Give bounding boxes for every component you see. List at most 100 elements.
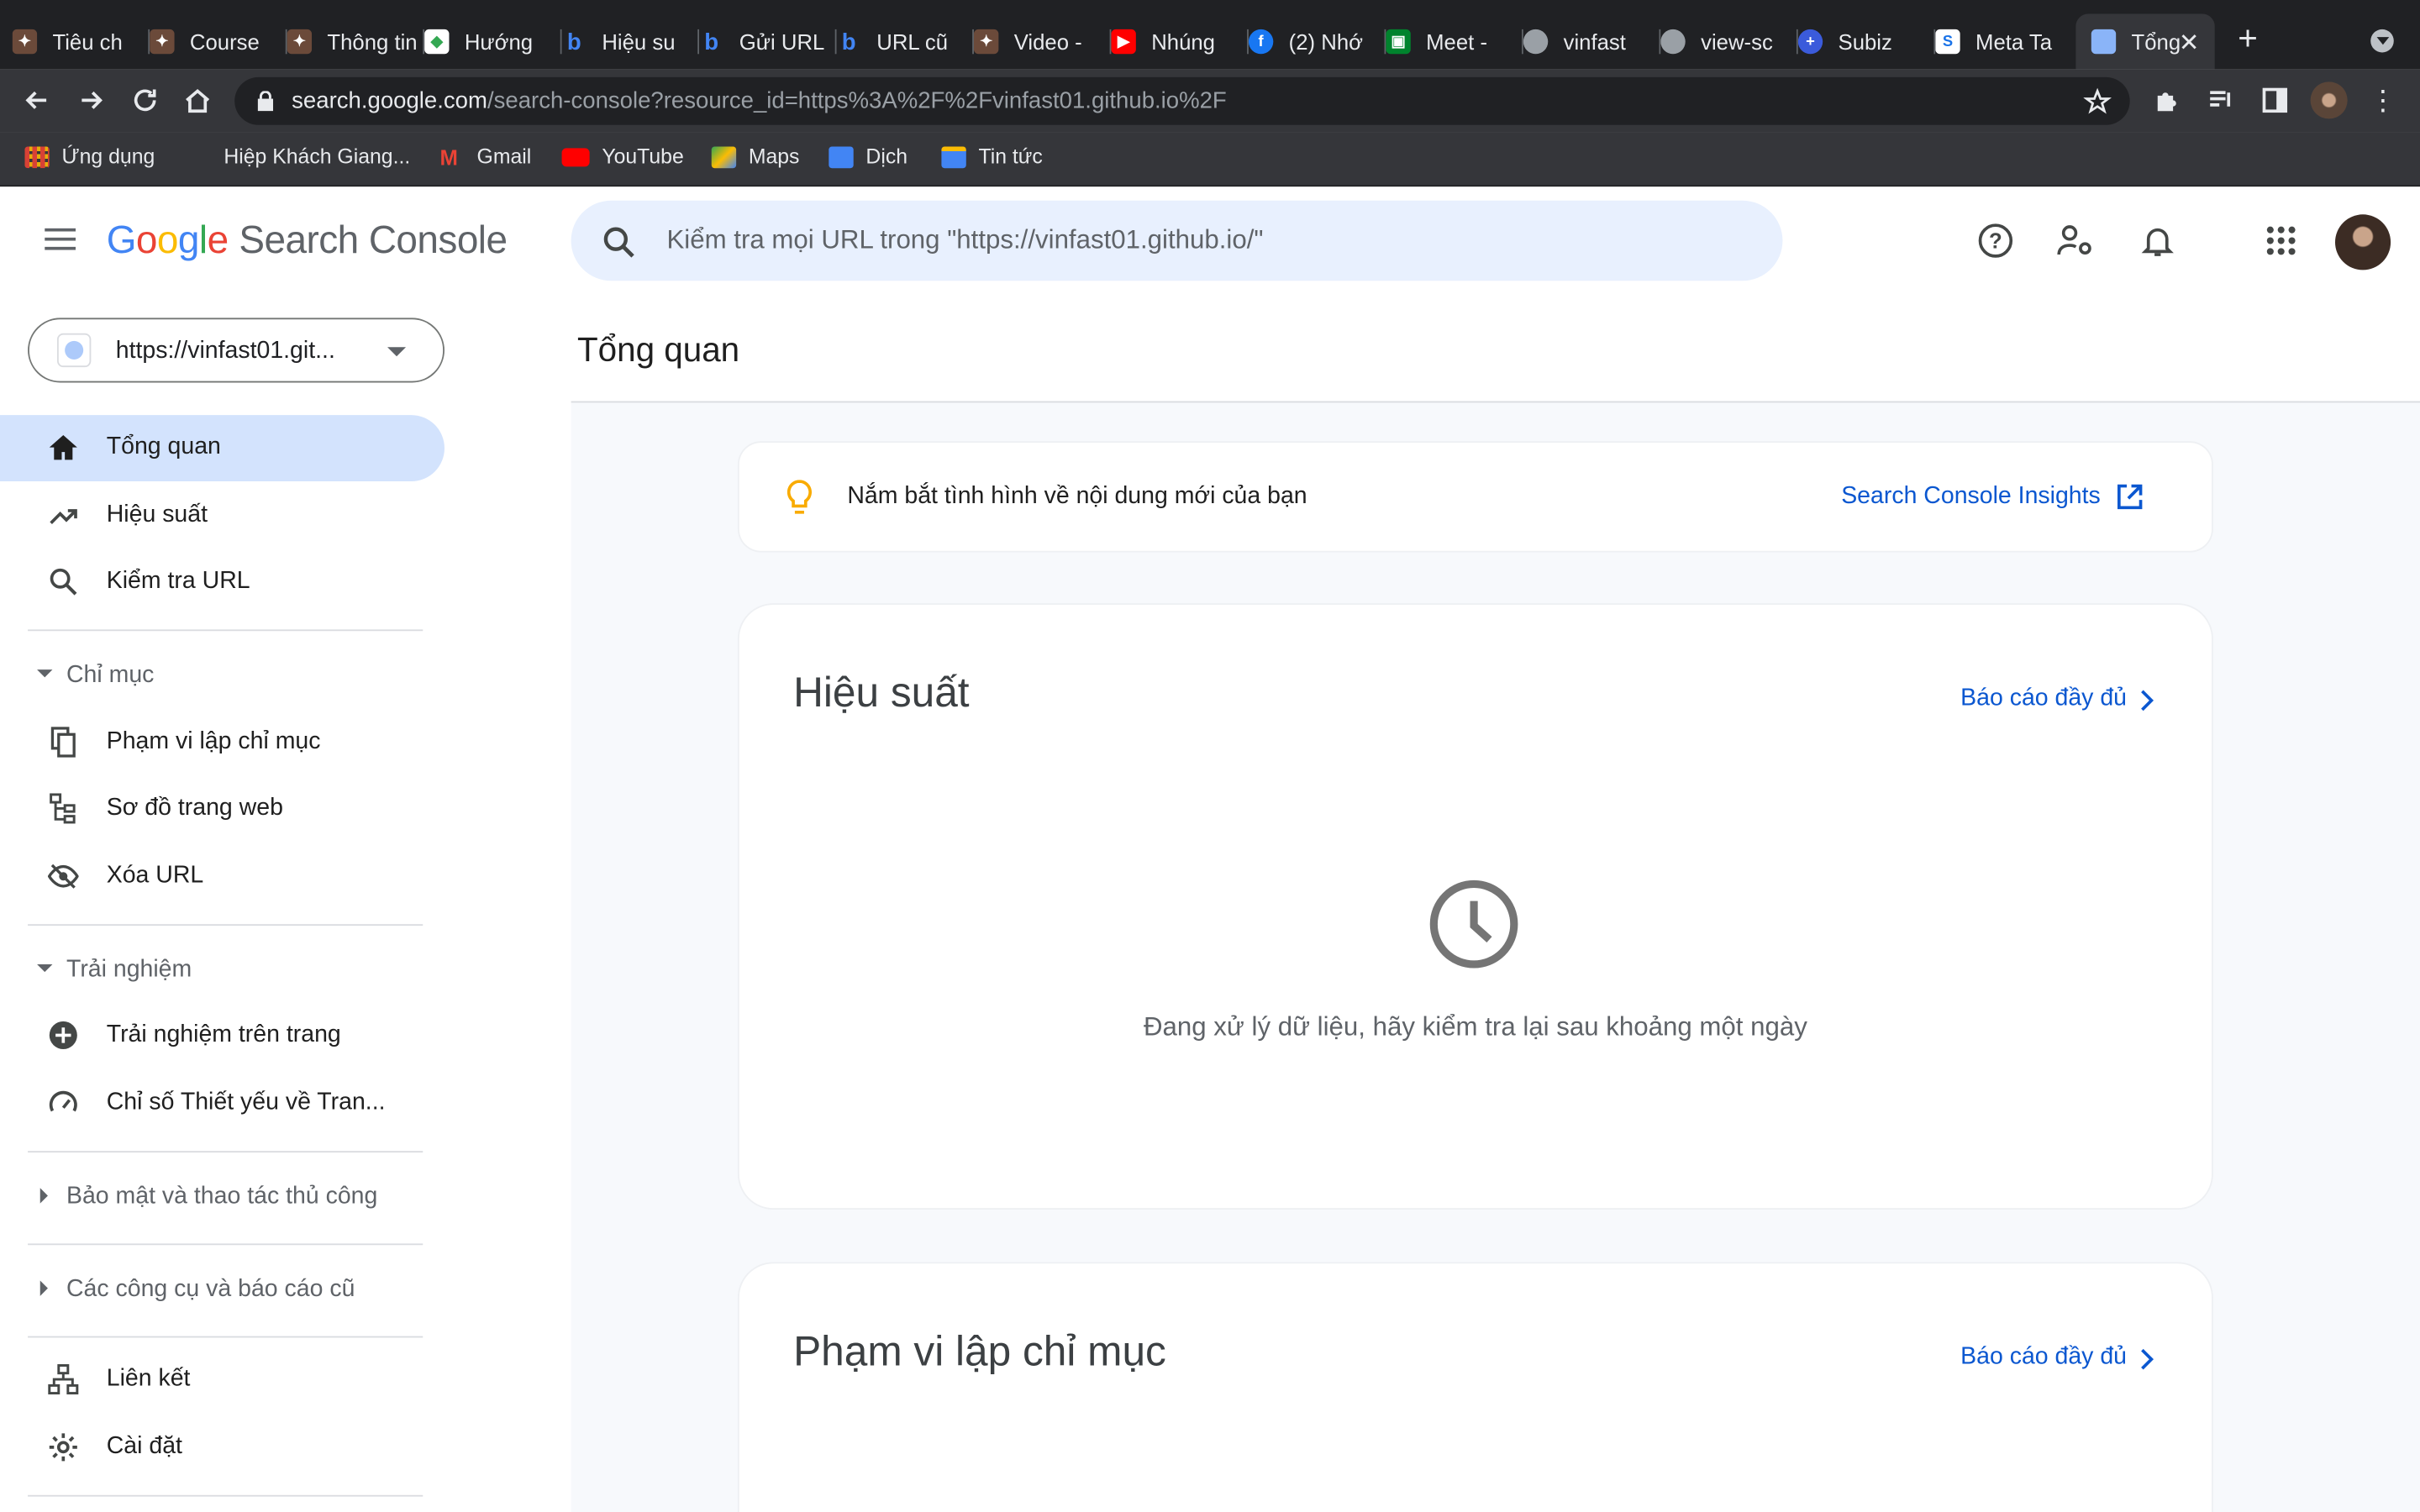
tab[interactable]: b URL cũ [837, 14, 974, 70]
sidebar-item-page-experience[interactable]: Trải nghiệm trên trang [0, 1003, 445, 1069]
tab-title: Tiêu ch [52, 29, 123, 55]
bing-icon: b [566, 28, 581, 55]
open-in-new-icon[interactable] [2116, 483, 2144, 511]
bookmark-translate[interactable]: Dịch [829, 145, 908, 168]
tab[interactable]: ✦ Course [150, 14, 287, 70]
chevron-right-icon[interactable] [2132, 685, 2163, 717]
search-icon [48, 566, 79, 597]
sidebar-item-index-coverage[interactable]: Phạm vi lập chỉ mục [0, 710, 445, 776]
extensions-icon[interactable] [2149, 81, 2186, 118]
manage-users-icon[interactable] [2056, 221, 2096, 261]
tab[interactable]: ✦ Thông tin [287, 14, 425, 70]
tab-title: Subiz [1838, 29, 1892, 55]
sidebar-item-label: Trải nghiệm trên trang [106, 1021, 341, 1048]
home-icon[interactable] [179, 81, 216, 118]
bookmark-item[interactable]: Hiệp Khách Giang... [224, 145, 410, 169]
notifications-icon[interactable] [2138, 221, 2178, 261]
card-title: Hiệu suất [793, 669, 970, 717]
tab[interactable]: ◆ Hướng [424, 14, 562, 70]
account-avatar[interactable] [2334, 214, 2391, 270]
divider [571, 401, 2420, 403]
tab[interactable]: f (2) Nhớ [1248, 14, 1386, 70]
apps-icon[interactable] [2261, 221, 2302, 261]
tab[interactable]: vinfast [1523, 14, 1661, 70]
globe-icon [1523, 29, 1549, 55]
links-icon [48, 1364, 79, 1395]
close-icon[interactable]: ✕ [2179, 28, 2200, 59]
clock-icon [1429, 879, 1518, 969]
sidebar-item-url-inspection[interactable]: Kiểm tra URL [0, 549, 445, 616]
bookmark-label: Ứng dụng [61, 144, 155, 169]
bookmark-label: Gmail [476, 144, 532, 169]
screen: ✦ Tiêu ch ✦ Course ✦ Thông tin ◆ Hướng b Hiệu… [0, 0, 2420, 1512]
help-icon[interactable]: ? [1975, 221, 2016, 261]
sidebar-item-label: Phạm vi lập chỉ mục [106, 727, 321, 755]
reload-icon[interactable] [127, 81, 164, 118]
tab[interactable]: view-sc [1660, 14, 1798, 70]
property-selector[interactable]: https://vinfast01.git... [28, 318, 445, 383]
media-icon[interactable] [2202, 81, 2239, 118]
tab-active[interactable]: Tổng ✕ [2075, 13, 2215, 70]
tab-title: Meta Ta [1975, 29, 2053, 55]
bookmark-news[interactable]: Tin tức [941, 145, 1043, 168]
tab[interactable]: b Hiệu su [562, 14, 700, 70]
section-legacy[interactable]: Các công cụ và báo cáo cũ [0, 1267, 445, 1313]
search-placeholder: Kiểm tra mọi URL trong "https://vinfast0… [666, 225, 1264, 255]
sidebar-item-links[interactable]: Liên kết [0, 1347, 445, 1413]
url-host: search.google.com [292, 87, 487, 114]
star-icon[interactable] [2083, 87, 2112, 116]
tab-title: Video - [1013, 29, 1082, 55]
facebook-icon: f [1248, 29, 1274, 55]
profile-avatar[interactable] [2310, 81, 2348, 119]
insights-banner: Nắm bắt tình hình về nội dung mới của bạ… [739, 443, 2212, 551]
chevron-right-icon[interactable] [2132, 1344, 2163, 1375]
site-logo-icon: ✦ [12, 29, 38, 55]
side-panel-icon[interactable] [2256, 81, 2293, 118]
sidebar-item-label: Cài đặt [106, 1433, 182, 1460]
more-vert-icon[interactable]: ⋮ [2365, 81, 2402, 118]
back-icon[interactable] [18, 81, 55, 118]
sidebar-item-label: Kiểm tra URL [106, 567, 250, 595]
lightbulb-icon [786, 480, 812, 514]
bookmark-apps[interactable]: Ứng dụng [24, 144, 155, 169]
divider [28, 1151, 424, 1153]
section-experience[interactable]: Trải nghiệm [0, 948, 445, 994]
tab-search-icon[interactable] [2370, 29, 2394, 53]
sidebar-item-removals[interactable]: Xóa URL [0, 844, 445, 911]
gmail-icon: M [439, 144, 458, 170]
new-tab-button[interactable]: + [2238, 18, 2258, 59]
tab[interactable]: + Subiz [1797, 14, 1936, 70]
url-inspection-search[interactable]: Kiểm tra mọi URL trong "https://vinfast0… [571, 200, 1783, 281]
bing-icon: b [841, 28, 856, 55]
section-index[interactable]: Chỉ mục [0, 653, 445, 699]
tab[interactable]: ▶ Nhúng [1111, 14, 1249, 70]
tab-title: Course [189, 29, 260, 55]
file-copy-icon [48, 727, 79, 758]
insights-link[interactable]: Search Console Insights [1841, 483, 2101, 511]
divider [28, 924, 424, 927]
sidebar-item-sitemaps[interactable]: Sơ đồ trang web [0, 776, 445, 843]
sidebar-item-core-web-vitals[interactable]: Chỉ số Thiết yếu về Tran... [0, 1071, 445, 1137]
address-bar[interactable]: search.google.com/search-console?resourc… [234, 76, 2130, 125]
search-console-logo[interactable]: Google Search Console [107, 219, 508, 264]
full-report-link[interactable]: Báo cáo đầy đủ [1960, 1344, 2127, 1372]
expand-icon [37, 963, 53, 973]
expand-icon [39, 1280, 48, 1296]
sidebar-item-overview[interactable]: Tổng quan [0, 415, 445, 482]
forward-icon[interactable] [72, 81, 109, 118]
tab[interactable]: ▣ Meet - [1386, 14, 1523, 70]
tab[interactable]: b Gửi URL [699, 14, 837, 70]
full-report-link[interactable]: Báo cáo đầy đủ [1960, 685, 2127, 713]
tab[interactable]: ✦ Video - [973, 14, 1112, 70]
sidebar-item-performance[interactable]: Hiệu suất [0, 483, 445, 549]
sidebar-item-label: Liên kết [106, 1365, 191, 1392]
bookmark-youtube[interactable]: YouTube [561, 145, 684, 168]
menu-icon[interactable] [45, 228, 76, 250]
bookmark-maps[interactable]: Maps [711, 145, 799, 168]
tab[interactable]: S Meta Ta [1935, 14, 2072, 70]
bookmark-gmail[interactable]: M Gmail [439, 145, 531, 169]
sidebar-item-settings[interactable]: Cài đặt [0, 1415, 445, 1481]
section-security[interactable]: Bảo mật và thao tác thủ công [0, 1174, 445, 1221]
tab[interactable]: ✦ Tiêu ch [12, 14, 150, 70]
index-coverage-card: Phạm vi lập chỉ mục Báo cáo đầy đủ [739, 1263, 2212, 1512]
